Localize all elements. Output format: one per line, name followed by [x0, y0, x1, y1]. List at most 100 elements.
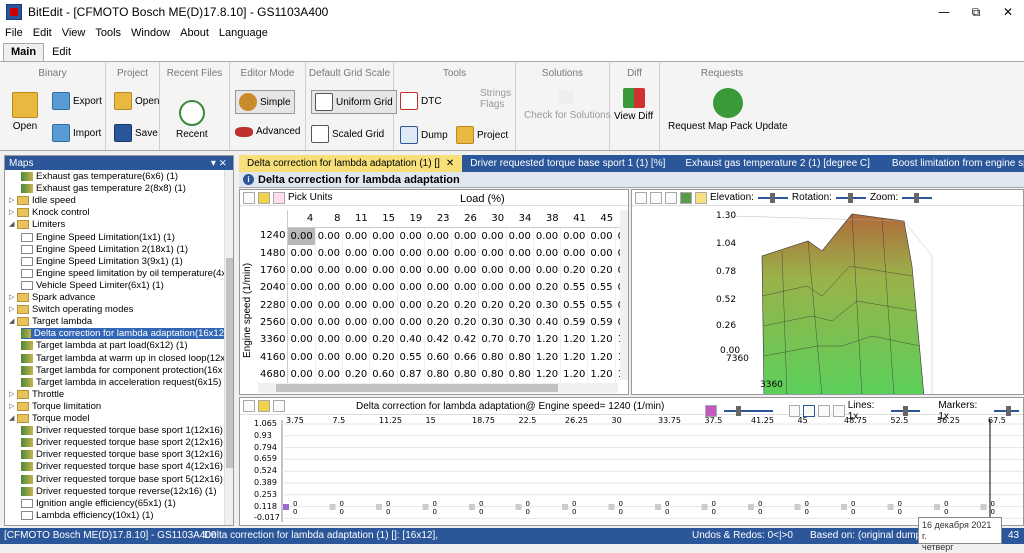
table-cell[interactable]: 0.20: [533, 279, 562, 297]
row-header[interactable]: 1480: [258, 244, 289, 262]
scaled-grid-button[interactable]: Scaled Grid: [311, 125, 384, 143]
table-cell[interactable]: 0.59: [587, 313, 616, 332]
table-cell[interactable]: 0.60: [424, 348, 453, 366]
table-cell[interactable]: 0.20: [342, 365, 371, 383]
data-point[interactable]: [934, 504, 940, 510]
table-cell[interactable]: 0.20: [587, 261, 616, 280]
tree-map-item[interactable]: Engine Speed Limitation 2(18x1) (1): [21, 244, 188, 255]
menu-about[interactable]: About: [175, 27, 214, 39]
table-cell[interactable]: 0.80: [478, 348, 507, 366]
table-cell[interactable]: 0.00: [369, 244, 398, 262]
data-point[interactable]: [608, 504, 615, 510]
table-cell[interactable]: 0.00: [478, 261, 507, 280]
tree-folder[interactable]: ◢ Torque model: [9, 413, 90, 424]
menu-file[interactable]: File: [0, 27, 28, 39]
table-cell[interactable]: 0.00: [315, 313, 343, 332]
expand-icon[interactable]: ▷: [9, 195, 17, 206]
menu-view[interactable]: View: [57, 27, 91, 39]
table-cell[interactable]: 0.66: [451, 348, 480, 366]
check-solutions-button[interactable]: Check for Solutions: [524, 90, 611, 121]
table-cell[interactable]: 0.00: [287, 313, 316, 332]
tree-map-item[interactable]: Exhaust gas temperature 2(8x8) (1): [21, 183, 186, 194]
table-cell[interactable]: 0.00: [369, 227, 398, 245]
data-point[interactable]: [562, 504, 568, 510]
table-cell[interactable]: 0.20: [424, 313, 453, 332]
units-icon[interactable]: [273, 191, 285, 204]
tree-folder[interactable]: ▷ Throttle: [9, 389, 64, 400]
grid-toggle-icon[interactable]: [650, 191, 662, 204]
table-cell[interactable]: 0.00: [397, 227, 425, 245]
minimize-button[interactable]: —: [928, 0, 960, 24]
tree-map-item[interactable]: Exhaust gas temperature(6x6) (1): [21, 171, 178, 182]
data-point[interactable]: [329, 504, 336, 510]
grid-hscroll[interactable]: [258, 383, 618, 393]
table-cell[interactable]: 0.00: [533, 227, 562, 245]
table-cell[interactable]: 0.20: [451, 313, 480, 332]
tools-project-button[interactable]: Project: [456, 126, 508, 144]
tree-folder[interactable]: ◢ Limiters: [9, 219, 65, 230]
table-cell[interactable]: 0.00: [369, 296, 398, 314]
table-cell[interactable]: 0.00: [342, 348, 371, 366]
grid-vscroll[interactable]: [620, 210, 628, 380]
column-header[interactable]: 8: [315, 210, 343, 228]
table-cell[interactable]: 0.00: [397, 244, 425, 262]
tree-folder[interactable]: ▷ Idle speed: [9, 195, 76, 206]
palette-icon[interactable]: [258, 191, 270, 204]
column-header[interactable]: 45: [587, 210, 616, 228]
table-cell[interactable]: 0.20: [369, 348, 398, 366]
table-cell[interactable]: 0.00: [287, 365, 316, 383]
table-cell[interactable]: 0.00: [287, 261, 316, 280]
zoom-slider[interactable]: [902, 192, 933, 203]
data-point[interactable]: [376, 504, 382, 510]
tree-folder[interactable]: ▷ Switch operating modes: [9, 304, 133, 315]
table-cell[interactable]: 0.80: [506, 365, 534, 383]
table-cell[interactable]: 0.42: [424, 331, 453, 349]
menu-language[interactable]: Language: [214, 27, 273, 39]
table-cell[interactable]: 0.20: [369, 331, 398, 349]
menu-edit[interactable]: Edit: [28, 27, 57, 39]
table-cell[interactable]: 1.20: [560, 365, 589, 383]
lines-slider[interactable]: [890, 406, 921, 416]
graph-plot[interactable]: 00000000000000000000000000000000: [240, 416, 1024, 526]
binary-open-button[interactable]: Open: [12, 92, 38, 132]
table-cell[interactable]: 0.55: [587, 296, 616, 314]
axes-icon[interactable]: [665, 191, 677, 204]
advanced-mode-button[interactable]: Advanced: [235, 126, 300, 137]
uniform-grid-button[interactable]: Uniform Grid: [311, 90, 397, 114]
column-header[interactable]: 38: [533, 210, 561, 228]
table-cell[interactable]: 0.00: [397, 279, 425, 297]
tree-map-item[interactable]: Driver requested torque reverse(12x16) (…: [21, 486, 217, 497]
tree-map-item[interactable]: Driver requested torque base sport 5(12x…: [21, 474, 229, 485]
table-cell[interactable]: 0.20: [424, 296, 453, 314]
rotation-slider[interactable]: [835, 192, 866, 203]
light-icon[interactable]: [695, 191, 707, 204]
tree-map-item[interactable]: Driver requested torque base sport 4(12x…: [21, 461, 229, 472]
table-cell[interactable]: 0.00: [315, 296, 343, 314]
table-cell[interactable]: 0.20: [560, 261, 589, 280]
table-cell[interactable]: 0.30: [506, 313, 534, 332]
pin-icon[interactable]: ▾ ⨯: [211, 158, 227, 169]
row-header[interactable]: 4680: [258, 365, 289, 383]
table-cell[interactable]: 0.30: [533, 296, 562, 314]
view-diff-button[interactable]: View Diff: [614, 88, 653, 122]
request-update-button[interactable]: Request Map Pack Update: [668, 88, 788, 132]
tree-folder[interactable]: ▷ Torque limitation: [9, 401, 101, 412]
move-icon[interactable]: [635, 191, 647, 204]
table-cell[interactable]: 0.20: [506, 296, 534, 314]
export-button[interactable]: Export: [52, 92, 102, 110]
menu-tools[interactable]: Tools: [90, 27, 126, 39]
table-cell[interactable]: 0.00: [369, 279, 398, 297]
tree-map-item[interactable]: Target lambda in acceleration request(6x…: [21, 377, 227, 388]
save-button[interactable]: Save: [114, 124, 158, 142]
table-cell[interactable]: 0.00: [315, 365, 343, 383]
table-cell[interactable]: 0.87: [397, 365, 425, 383]
table-cell[interactable]: 0.55: [560, 279, 589, 297]
graph-slider[interactable]: [723, 406, 773, 416]
row-header[interactable]: 4160: [258, 348, 289, 366]
table-cell[interactable]: 0.00: [315, 261, 343, 280]
recent-button[interactable]: Recent: [176, 100, 208, 140]
table-cell[interactable]: 0.00: [424, 279, 453, 297]
table-cell[interactable]: 1.20: [587, 331, 616, 349]
data-point[interactable]: [794, 504, 801, 510]
scroll-thumb[interactable]: [276, 384, 558, 392]
